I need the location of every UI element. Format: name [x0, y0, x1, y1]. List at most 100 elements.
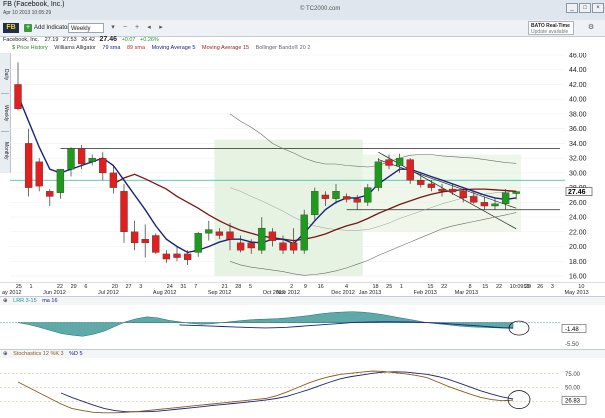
- scroll-left-icon[interactable]: ◂: [144, 23, 154, 33]
- candle: [374, 158, 383, 192]
- lrr-value-label: -1.48: [565, 327, 579, 333]
- lrr-level-label: -5.50: [565, 342, 579, 348]
- maximize-button[interactable]: □: [579, 3, 591, 13]
- y-tick-label: 40.00: [569, 97, 587, 104]
- candle-body: [512, 191, 520, 194]
- symbol-box[interactable]: FB: [3, 23, 19, 33]
- side-tab-daily[interactable]: Daily: [1, 57, 9, 94]
- candle-body: [364, 187, 372, 203]
- date-axis-label: 24: [167, 284, 173, 290]
- y-tick-label: 30.00: [569, 170, 587, 177]
- period-select[interactable]: Weekly: [68, 23, 104, 33]
- y-tick-label: 44.00: [569, 67, 587, 74]
- candle-body: [194, 233, 202, 253]
- candle-body: [459, 191, 467, 199]
- legend-price-history-label: Price History: [16, 45, 48, 51]
- candle-body: [247, 242, 255, 249]
- gear-icon[interactable]: ⚙: [586, 23, 596, 33]
- lrr-chart[interactable]: -1.48 -5.50: [0, 304, 605, 349]
- candle-body: [141, 239, 149, 244]
- candle-body: [183, 253, 192, 260]
- quote-high: 27.53: [62, 37, 77, 43]
- stochastics-chart[interactable]: 75.0050.0025.0026.83: [0, 357, 605, 418]
- candle: [35, 158, 43, 192]
- candle-body: [77, 148, 86, 165]
- candle-body: [491, 203, 499, 207]
- date-axis-label: 21: [222, 284, 228, 290]
- close-button[interactable]: ×: [592, 3, 604, 13]
- candle-body: [353, 198, 361, 203]
- date-axis-label: 27: [125, 284, 131, 290]
- y-tick-label: 20.00: [569, 244, 587, 251]
- date-axis-label: 15: [482, 284, 488, 290]
- y-tick-label: 22.00: [569, 229, 587, 236]
- side-tab-monthly[interactable]: Monthly: [1, 133, 9, 169]
- title-bar: FB (Facebook, Inc.) Apr 10 2013 10:05:29…: [0, 0, 605, 21]
- candle: [67, 147, 75, 177]
- date-axis-label: 8: [469, 284, 472, 290]
- candle-body: [109, 172, 118, 188]
- legend-79-sma[interactable]: 79 sma: [102, 45, 120, 51]
- zoom-out-icon[interactable]: −: [120, 23, 130, 33]
- date-axis-label: 6: [84, 284, 87, 290]
- candle-body: [395, 157, 404, 166]
- legend-ma5[interactable]: Moving Average 5: [152, 45, 196, 51]
- side-tab-weekly[interactable]: Weekly: [1, 95, 9, 132]
- candle-body: [14, 84, 22, 109]
- candle: [152, 233, 160, 254]
- candle-body: [56, 169, 65, 193]
- candle-body: [321, 194, 330, 199]
- window-title: FB (Facebook, Inc.): [3, 1, 65, 8]
- candle: [300, 209, 308, 254]
- y-tick-label: 42.00: [569, 82, 587, 89]
- quote-open: 27.19: [44, 37, 59, 43]
- candle: [141, 224, 149, 258]
- date-axis-label: 4: [345, 284, 348, 290]
- date-axis-label: 3: [139, 284, 142, 290]
- legend-89-sma[interactable]: 89 sma: [127, 45, 145, 51]
- y-tick-label: 24.00: [569, 215, 587, 222]
- candle-body: [67, 148, 75, 170]
- y-tick-label: 32.00: [569, 156, 587, 163]
- candle-body: [236, 242, 245, 251]
- date-axis-label: 18: [372, 284, 378, 290]
- candle-body: [438, 188, 446, 192]
- price-chart[interactable]: 46.00 44.00 42.00 40.00 38.00 36.00 34.00 32.00…: [10, 53, 605, 282]
- stoch-k-line: [17, 370, 514, 414]
- candle: [120, 183, 128, 243]
- date-axis-label: 26: [537, 284, 543, 290]
- legend-bollinger[interactable]: Bollinger Bands® 20 2: [256, 45, 311, 51]
- candle: [406, 158, 414, 184]
- candle-body: [99, 157, 107, 174]
- date-axis-label: 22: [496, 284, 502, 290]
- quote-low: 26.42: [81, 37, 95, 43]
- y-tick-label: 38.00: [569, 111, 587, 118]
- bato-realtime-box[interactable]: BATO Real-Time Update available: [528, 21, 574, 35]
- add-indicator-button[interactable]: + Add Indicator: [24, 23, 69, 33]
- date-axis-label: 16: [318, 284, 324, 290]
- highlight-region: [214, 139, 363, 276]
- date-axis-label: 1: [400, 284, 403, 290]
- candle-body: [448, 188, 457, 193]
- legend-price-history[interactable]: $ Price History: [12, 45, 48, 51]
- scroll-right-icon[interactable]: ▸: [156, 23, 166, 33]
- stoch-tick-label: 50.00: [565, 386, 581, 392]
- legend-ma15[interactable]: Moving Average 15: [202, 45, 249, 51]
- candle: [46, 189, 54, 207]
- chevron-down-icon[interactable]: ▾: [108, 23, 118, 33]
- date-axis-label: 28: [235, 284, 241, 290]
- legend-williams-alligator[interactable]: Williams Alligator: [54, 45, 96, 51]
- zoom-in-icon[interactable]: +: [132, 23, 142, 33]
- candle: [162, 250, 171, 263]
- candle-body: [173, 253, 181, 258]
- candle-body: [226, 231, 234, 240]
- minimize-button[interactable]: _: [566, 3, 578, 13]
- candle-body: [342, 196, 351, 200]
- candle-body: [300, 214, 308, 251]
- last-price-label: 27.46: [568, 189, 586, 196]
- candle-body: [332, 191, 340, 199]
- candle: [56, 169, 65, 199]
- candle-body: [205, 229, 213, 234]
- candle-body: [258, 227, 266, 251]
- candle-body: [88, 157, 96, 162]
